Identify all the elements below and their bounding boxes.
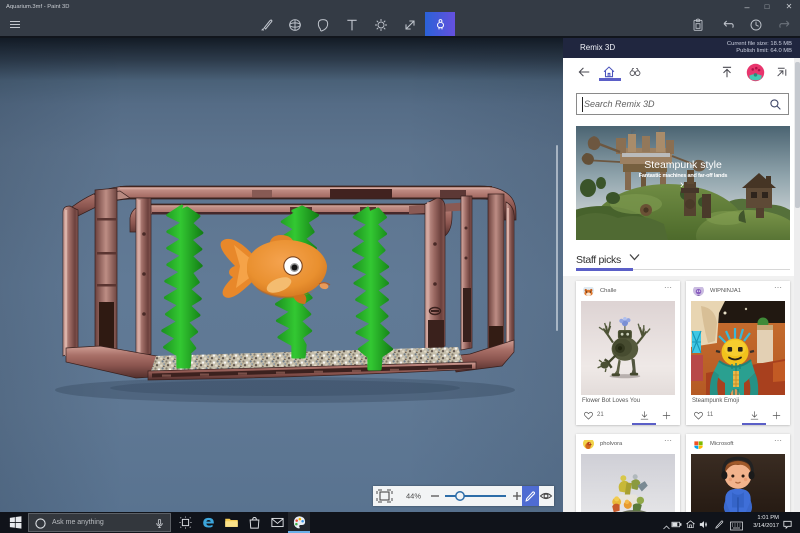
svg-text:44%: 44% bbox=[406, 492, 421, 501]
